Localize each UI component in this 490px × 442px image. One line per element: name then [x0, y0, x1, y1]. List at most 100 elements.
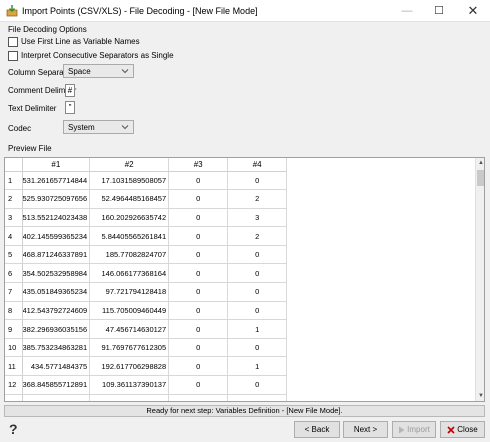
table-cell: 354.502532958984 [22, 263, 91, 284]
table-cell: 412.543792724609 [22, 301, 91, 321]
table-cell: 146.066177368164 [89, 263, 170, 284]
table-row[interactable]: 9 382.296936035156 47.456714630127 0 1 [5, 319, 288, 339]
back-button[interactable]: < Back [294, 421, 340, 438]
table-cell: 434.5771484375 [22, 356, 91, 377]
window-title: Import Points (CSV/XLS) - File Decoding … [22, 6, 258, 16]
table-cell: 1 [227, 319, 288, 339]
table-cell: 0 [168, 282, 229, 302]
column-header[interactable]: #4 [227, 158, 288, 172]
table-cell: 0 [168, 394, 229, 401]
table-cell: 0 [227, 375, 288, 395]
preview-file-label: Preview File [8, 144, 52, 153]
preview-table-frame[interactable]: #1 #2 #3 #4 1 531.261657714844 17.10315895… [4, 157, 485, 402]
table-cell: 104.227172851563 [89, 394, 170, 401]
table-cell: 109.361137390137 [89, 375, 170, 395]
table-row[interactable]: 5 468.871246337891 185.77082824707 0 0 [5, 245, 288, 265]
table-cell: 513.552124023438 [22, 208, 91, 228]
codec-select[interactable]: System [63, 120, 134, 134]
table-cell: 5.84405565261841 [89, 226, 170, 246]
next-button[interactable]: Next > [343, 421, 388, 438]
close-icon [447, 426, 455, 434]
minimize-button[interactable]: — [392, 0, 422, 22]
vertical-scrollbar[interactable]: ▲ ▼ [475, 158, 484, 401]
column-header[interactable]: #3 [168, 158, 229, 172]
table-cell: 185.77082824707 [89, 245, 170, 265]
table-row[interactable]: 12 368.845855712891 109.361137390137 0 0 [5, 375, 288, 395]
table-cell: 3 [227, 394, 288, 401]
table-cell: 0 [227, 245, 288, 265]
table-row[interactable]: 2 525.930725097656 52.4964485168457 0 2 [5, 189, 288, 209]
column-separator-value: Space [68, 67, 91, 76]
column-separator-select[interactable]: Space [63, 64, 134, 78]
row-number-cell: 4 [5, 226, 23, 246]
table-cell: 468.871246337891 [22, 245, 91, 265]
table-cell: 0 [168, 189, 229, 209]
close-button-label: Close [457, 425, 478, 434]
table-cell: 0 [168, 208, 229, 228]
use-first-line-label: Use First Line as Variable Names [21, 37, 140, 46]
table-cell: 385.753234863281 [22, 338, 91, 358]
row-number-cell: 2 [5, 189, 23, 209]
table-cell: 531.261657714844 [22, 171, 91, 191]
close-window-button[interactable]: ✕ [458, 0, 488, 22]
comment-delimiter-input[interactable]: # [65, 84, 75, 97]
table-cell: 97.721794128418 [89, 282, 170, 302]
text-delimiter-input[interactable]: " [65, 101, 75, 114]
column-header[interactable]: #1 [22, 158, 91, 172]
scroll-up-icon[interactable]: ▲ [476, 158, 484, 168]
table-row[interactable]: 1 531.261657714844 17.1031589508057 0 0 [5, 171, 288, 191]
table-row[interactable]: 6 354.502532958984 146.066177368164 0 0 [5, 263, 288, 284]
table-cell: 0 [168, 171, 229, 191]
consecutive-separators-checkbox[interactable] [8, 51, 18, 61]
table-cell: 192.617706298828 [89, 356, 170, 377]
table-row[interactable]: 7 435.051849365234 97.721794128418 0 0 [5, 282, 288, 302]
table-cell: 382.296936035156 [22, 319, 91, 339]
help-icon[interactable]: ? [9, 421, 18, 437]
table-row[interactable]: 10 385.753234863281 91.7697677612305 0 0 [5, 338, 288, 358]
text-delimiter-label: Text Delimiter [8, 104, 57, 113]
table-row[interactable]: 8 412.543792724609 115.705009460449 0 0 [5, 301, 288, 321]
column-header[interactable]: #2 [89, 158, 170, 172]
chevron-down-icon [121, 69, 129, 74]
table-cell: 0 [227, 282, 288, 302]
table-cell: 2 [227, 189, 288, 209]
row-number-cell: 9 [5, 319, 23, 339]
use-first-line-checkbox[interactable] [8, 37, 18, 47]
status-bar: Ready for next step: Variables Definitio… [4, 405, 485, 417]
row-number-cell: 11 [5, 356, 23, 377]
app-icon [6, 5, 18, 17]
row-number-cell: 13 [5, 394, 23, 401]
table-cell: 525.930725097656 [22, 189, 91, 209]
import-button[interactable]: Import [392, 421, 436, 438]
table-row[interactable]: 13469.704742431641104.22717285156303 [5, 394, 288, 401]
table-header-row: #1 #2 #3 #4 [5, 158, 288, 172]
table-cell: 0 [227, 301, 288, 321]
file-decoding-options-label: File Decoding Options [8, 25, 87, 34]
table-row[interactable]: 4 402.145599365234 5.84405565261841 0 2 [5, 226, 288, 246]
table-cell: 0 [168, 338, 229, 358]
chevron-down-icon [121, 125, 129, 130]
consecutive-separators-label: Interpret Consecutive Separators as Sing… [21, 51, 174, 60]
row-number-cell: 12 [5, 375, 23, 395]
table-cell: 0 [168, 319, 229, 339]
table-cell: 0 [168, 356, 229, 377]
table-cell: 368.845855712891 [22, 375, 91, 395]
row-number-cell: 3 [5, 208, 23, 228]
scroll-down-icon[interactable]: ▼ [476, 391, 484, 401]
table-row[interactable]: 3 513.552124023438 160.202926635742 0 3 [5, 208, 288, 228]
row-number-header [5, 158, 23, 172]
table-cell: 1 [227, 356, 288, 377]
table-cell: 47.456714630127 [89, 319, 170, 339]
codec-label: Codec [8, 124, 32, 133]
table-cell: 0 [227, 338, 288, 358]
table-cell: 0 [227, 263, 288, 284]
scrollbar-thumb[interactable] [477, 170, 484, 186]
close-button[interactable]: Close [440, 421, 485, 438]
table-row[interactable]: 11 434.5771484375 192.617706298828 0 1 [5, 356, 288, 377]
play-icon [399, 426, 405, 434]
table-cell: 0 [168, 301, 229, 321]
table-cell: 0 [168, 245, 229, 265]
row-number-cell: 6 [5, 263, 23, 284]
title-bar: Import Points (CSV/XLS) - File Decoding … [0, 0, 490, 22]
maximize-button[interactable]: ☐ [424, 0, 454, 22]
